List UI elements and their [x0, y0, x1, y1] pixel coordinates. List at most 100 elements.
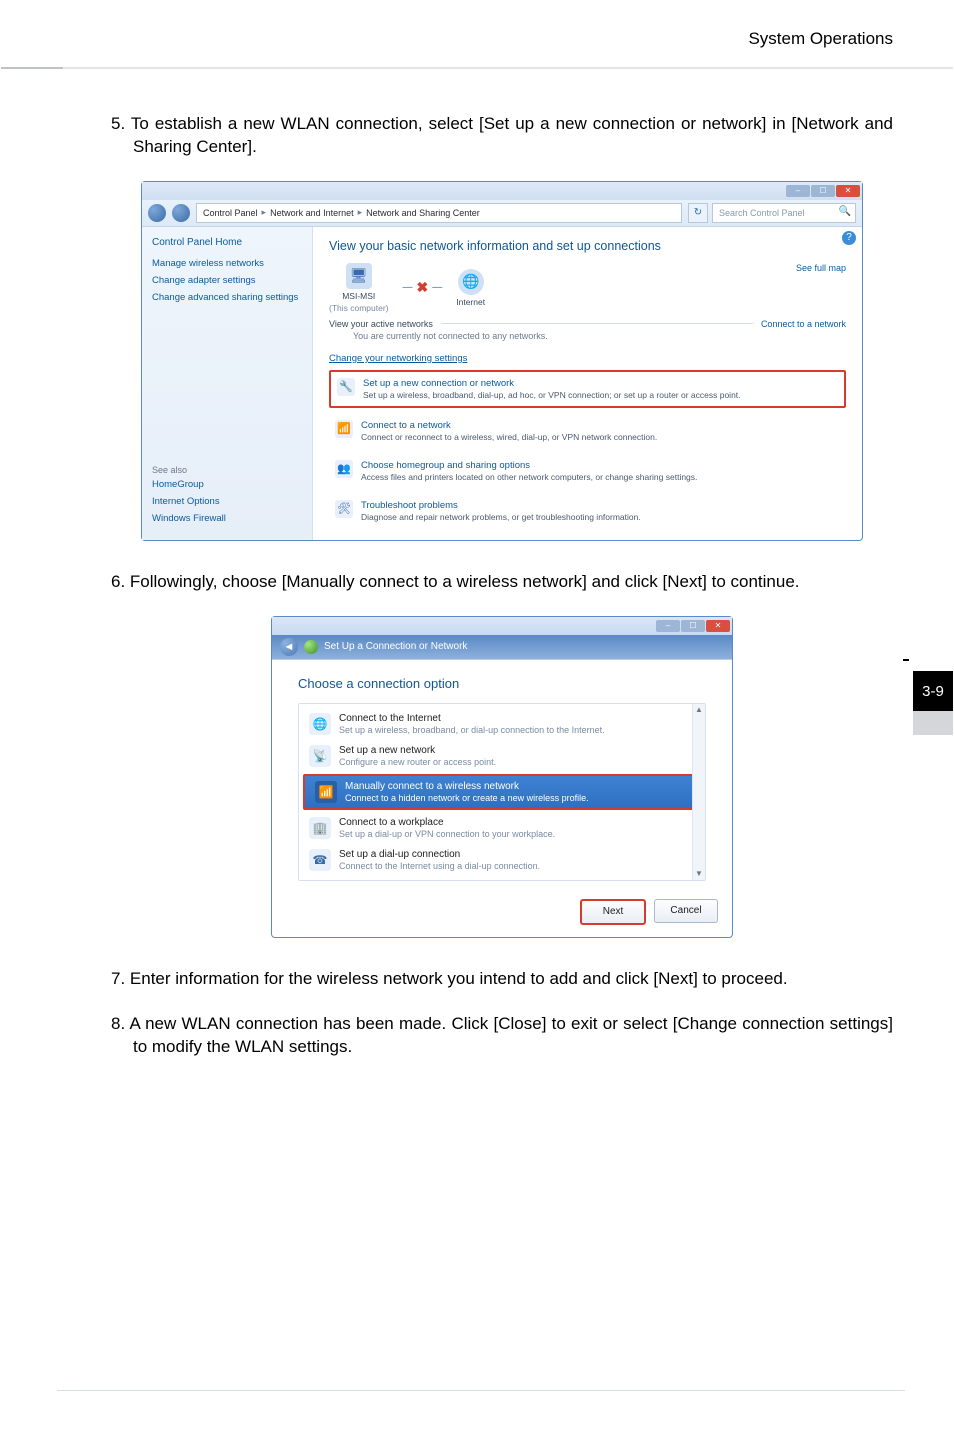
control-panel-main: ? View your basic network information an…	[313, 227, 862, 540]
wizard-item-title: Manually connect to a wireless network	[345, 781, 589, 792]
footer-rule	[57, 1390, 905, 1391]
option-desc: Access files and printers located on oth…	[361, 472, 697, 482]
change-networking-settings-link[interactable]: Change your networking settings	[329, 353, 846, 364]
option-desc: Set up a wireless, broadband, dial-up, a…	[363, 390, 741, 400]
nav-back-button[interactable]	[148, 204, 166, 222]
option-setup-new-connection[interactable]: 🔧 Set up a new connection or network Set…	[329, 370, 846, 408]
option-title: Set up a new connection or network	[363, 378, 741, 389]
window-maximize-button[interactable]: ☐	[811, 185, 835, 197]
wizard-icon: 🔧	[337, 378, 355, 396]
option-connect-network[interactable]: 📶 Connect to a network Connect or reconn…	[329, 414, 846, 448]
phone-icon: ☎	[309, 849, 331, 871]
see-full-map-link[interactable]: See full map	[796, 263, 846, 273]
screenshot-setup-connection-wizard: – ☐ ✕ ◄ Set Up a Connection or Network C…	[111, 616, 893, 938]
window-titlebar: – ☐ ✕	[272, 617, 732, 635]
control-panel-sidebar: Control Panel Home Manage wireless netwo…	[142, 227, 313, 540]
option-desc: Connect or reconnect to a wireless, wire…	[361, 432, 657, 442]
connect-to-network-link[interactable]: Connect to a network	[761, 319, 846, 329]
not-connected-text: You are currently not connected to any n…	[353, 331, 846, 341]
wireless-icon: 📶	[315, 781, 337, 803]
next-button[interactable]: Next	[580, 899, 646, 925]
window-maximize-button[interactable]: ☐	[681, 620, 705, 632]
screenshot-network-sharing-center: – ☐ ✕ Control Panel ▸ Network and Intern…	[111, 181, 893, 541]
header-rule	[63, 67, 953, 69]
router-icon: 📡	[309, 745, 331, 767]
window-close-button[interactable]: ✕	[836, 185, 860, 197]
option-title: Choose homegroup and sharing options	[361, 460, 697, 471]
breadcrumb[interactable]: Control Panel ▸ Network and Internet ▸ N…	[196, 203, 682, 223]
wizard-item-setup-dialup[interactable]: ☎ Set up a dial-up connection Connect to…	[299, 844, 705, 876]
wizard-option-list: ▲ ▼ 🌐 Connect to the Internet Set up a w…	[298, 703, 706, 881]
building-icon: 🏢	[309, 817, 331, 839]
window-minimize-button[interactable]: –	[786, 185, 810, 197]
search-input[interactable]: Search Control Panel 🔍	[712, 203, 856, 223]
wizard-header: ◄ Set Up a Connection or Network	[272, 635, 732, 660]
sidebar-homegroup[interactable]: HomeGroup	[152, 479, 302, 490]
sidebar-manage-wireless[interactable]: Manage wireless networks	[152, 258, 302, 269]
page-header: System Operations	[748, 29, 893, 49]
option-desc: Diagnose and repair network problems, or…	[361, 512, 641, 522]
pc-sub: (This computer)	[329, 303, 389, 313]
breadcrumb-cat: Network and Internet	[270, 208, 354, 218]
sidebar-windows-firewall[interactable]: Windows Firewall	[152, 513, 302, 524]
wizard-back-button[interactable]: ◄	[280, 638, 298, 656]
wizard-heading: Choose a connection option	[298, 676, 706, 691]
breadcrumb-root: Control Panel	[203, 208, 258, 218]
pc-name: MSI-MSI	[342, 291, 375, 301]
nav-forward-button[interactable]	[172, 204, 190, 222]
address-bar: Control Panel ▸ Network and Internet ▸ N…	[142, 200, 862, 227]
sidebar-home-link[interactable]: Control Panel Home	[152, 237, 302, 248]
cancel-button[interactable]: Cancel	[654, 899, 718, 923]
wizard-item-desc: Configure a new router or access point.	[339, 757, 496, 767]
option-troubleshoot[interactable]: 🛠 Troubleshoot problems Diagnose and rep…	[329, 494, 846, 528]
header-rule-accent	[1, 67, 63, 69]
wizard-item-title: Connect to a workplace	[339, 817, 555, 828]
scroll-down-icon[interactable]: ▼	[693, 868, 705, 880]
wizard-orb-icon	[304, 640, 318, 654]
step-8-text: 8. A new WLAN connection has been made. …	[111, 1013, 893, 1059]
chevron-right-icon: ▸	[262, 207, 267, 218]
step-6-text: 6. Followingly, choose [Manually connect…	[111, 571, 893, 594]
scroll-up-icon[interactable]: ▲	[693, 704, 705, 716]
wizard-item-title: Connect to the Internet	[339, 713, 605, 724]
window-titlebar: – ☐ ✕	[142, 182, 862, 200]
window-close-button[interactable]: ✕	[706, 620, 730, 632]
connection-line: —✖—	[403, 279, 443, 296]
view-active-label: View your active networks	[329, 319, 433, 329]
option-homegroup-sharing[interactable]: 👥 Choose homegroup and sharing options A…	[329, 454, 846, 488]
wizard-button-row: Next Cancel	[272, 887, 732, 937]
step-6-block: 6. Followingly, choose [Manually connect…	[111, 571, 893, 594]
wizard-item-title: Set up a new network	[339, 745, 496, 756]
sidebar-change-adapter[interactable]: Change adapter settings	[152, 275, 302, 286]
option-title: Connect to a network	[361, 420, 657, 431]
scrollbar[interactable]: ▲ ▼	[692, 704, 705, 880]
wizard-item-title: Set up a dial-up connection	[339, 849, 540, 860]
wizard-item-connect-workplace[interactable]: 🏢 Connect to a workplace Set up a dial-u…	[299, 812, 705, 844]
x-icon: ✖	[417, 279, 429, 296]
page-number-tab: 3-9	[913, 671, 953, 711]
refresh-button[interactable]: ↻	[688, 203, 708, 223]
network-icon: 📶	[335, 420, 353, 438]
wizard-window-title: Set Up a Connection or Network	[324, 641, 467, 652]
sidebar-internet-options[interactable]: Internet Options	[152, 496, 302, 507]
wizard-item-desc: Connect to the Internet using a dial-up …	[339, 861, 540, 871]
page-tab-shadow	[913, 711, 953, 735]
computer-icon: 🖥	[346, 263, 372, 289]
sidebar-change-sharing[interactable]: Change advanced sharing settings	[152, 292, 302, 303]
internet-label: Internet	[456, 297, 485, 307]
wizard-item-setup-new-network[interactable]: 📡 Set up a new network Configure a new r…	[299, 740, 705, 772]
wizard-item-connect-internet[interactable]: 🌐 Connect to the Internet Set up a wirel…	[299, 708, 705, 740]
sidebar-see-also-label: See also	[152, 465, 302, 475]
step-8-block: 8. A new WLAN connection has been made. …	[111, 1013, 893, 1059]
window-setup-connection: – ☐ ✕ ◄ Set Up a Connection or Network C…	[271, 616, 733, 938]
troubleshoot-icon: 🛠	[335, 500, 353, 518]
step-5-block: 5. To establish a new WLAN connection, s…	[111, 113, 893, 159]
help-icon[interactable]: ?	[842, 231, 856, 245]
window-network-sharing-center: – ☐ ✕ Control Panel ▸ Network and Intern…	[141, 181, 863, 541]
wizard-item-manually-connect[interactable]: 📶 Manually connect to a wireless network…	[303, 774, 701, 810]
option-title: Troubleshoot problems	[361, 500, 641, 511]
wizard-item-desc: Set up a dial-up or VPN connection to yo…	[339, 829, 555, 839]
search-placeholder: Search Control Panel	[719, 208, 805, 218]
window-minimize-button[interactable]: –	[656, 620, 680, 632]
step-7-block: 7. Enter information for the wireless ne…	[111, 968, 893, 991]
